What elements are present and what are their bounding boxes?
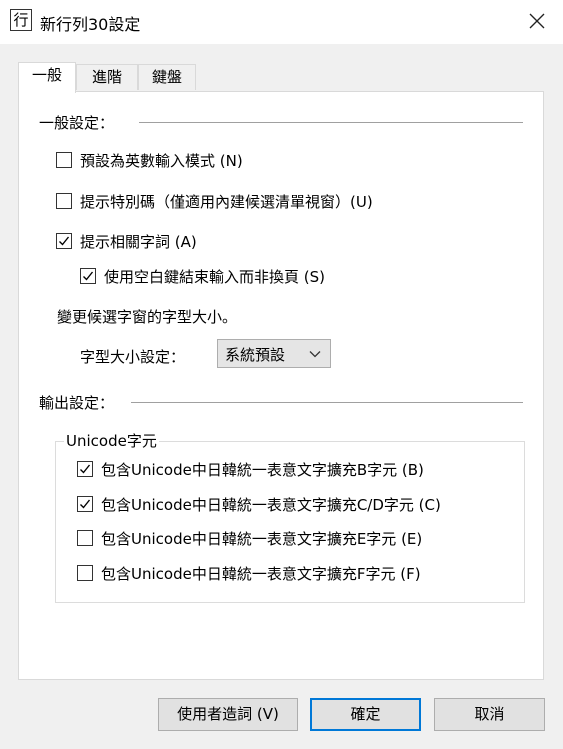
cancel-button[interactable]: 取消: [434, 698, 545, 731]
checkbox[interactable]: [80, 268, 96, 284]
checkmark-icon: [80, 464, 91, 474]
checkbox[interactable]: [56, 193, 72, 209]
option-label: 包含Unicode中日韓統一表意文字擴充E字元 (E): [101, 529, 423, 548]
close-icon: [529, 13, 545, 29]
option-label: 包含Unicode中日韓統一表意文字擴充C/D字元 (C): [101, 495, 441, 514]
option-label: 提示特別碼（僅適用內建候選清單視窗）(U): [80, 192, 373, 211]
option-unicode-ext-cd[interactable]: 包含Unicode中日韓統一表意文字擴充C/D字元 (C): [77, 493, 441, 515]
option-label: 提示相關字詞 (A): [80, 232, 197, 251]
option-unicode-ext-f[interactable]: 包含Unicode中日韓統一表意文字擴充F字元 (F): [77, 562, 421, 584]
output-section-title: 輸出設定：: [39, 394, 115, 412]
unicode-groupbox-title: Unicode字元: [64, 430, 159, 451]
option-label: 包含Unicode中日韓統一表意文字擴充B字元 (B): [101, 460, 424, 479]
option-hint-special-code[interactable]: 提示特別碼（僅適用內建候選清單視窗）(U): [56, 190, 373, 212]
window-title: 新行列30設定: [40, 15, 141, 34]
font-size-select[interactable]: 系統預設: [217, 339, 331, 368]
user-phrases-button[interactable]: 使用者造詞 (V): [158, 698, 298, 731]
checkbox[interactable]: [77, 565, 93, 581]
option-label: 包含Unicode中日韓統一表意文字擴充F字元 (F): [101, 564, 421, 583]
checkbox[interactable]: [77, 496, 93, 512]
option-space-ends-input[interactable]: 使用空白鍵結束輸入而非換頁 (S): [80, 265, 325, 287]
general-divider: [139, 122, 523, 123]
option-label: 使用空白鍵結束輸入而非換頁 (S): [104, 267, 325, 286]
option-label: 預設為英數輸入模式 (N): [80, 151, 243, 170]
ok-button[interactable]: 確定: [310, 698, 421, 731]
checkmark-icon: [83, 271, 94, 281]
checkbox[interactable]: [56, 152, 72, 168]
checkmark-icon: [59, 236, 70, 246]
checkbox[interactable]: [77, 461, 93, 477]
title-bar: 行 新行列30設定: [0, 0, 563, 44]
tab-general[interactable]: 一般: [18, 62, 76, 93]
output-divider: [131, 402, 523, 403]
checkmark-icon: [80, 499, 91, 509]
chevron-down-icon: [309, 351, 321, 358]
option-unicode-ext-b[interactable]: 包含Unicode中日韓統一表意文字擴充B字元 (B): [77, 458, 424, 480]
general-section-title: 一般設定：: [39, 114, 115, 132]
option-default-alphanumeric[interactable]: 預設為英數輸入模式 (N): [56, 149, 243, 171]
option-hint-related-words[interactable]: 提示相關字詞 (A): [56, 230, 197, 252]
font-size-description: 變更候選字窗的字型大小。: [57, 308, 238, 326]
tab-keyboard[interactable]: 鍵盤: [138, 64, 196, 90]
checkbox[interactable]: [77, 530, 93, 546]
font-size-value: 系統預設: [225, 346, 286, 364]
tab-advanced[interactable]: 進階: [76, 64, 138, 90]
checkbox[interactable]: [56, 233, 72, 249]
app-icon: 行: [10, 9, 32, 31]
font-size-label: 字型大小設定：: [80, 348, 186, 366]
close-button[interactable]: [521, 6, 553, 36]
option-unicode-ext-e[interactable]: 包含Unicode中日韓統一表意文字擴充E字元 (E): [77, 527, 422, 549]
